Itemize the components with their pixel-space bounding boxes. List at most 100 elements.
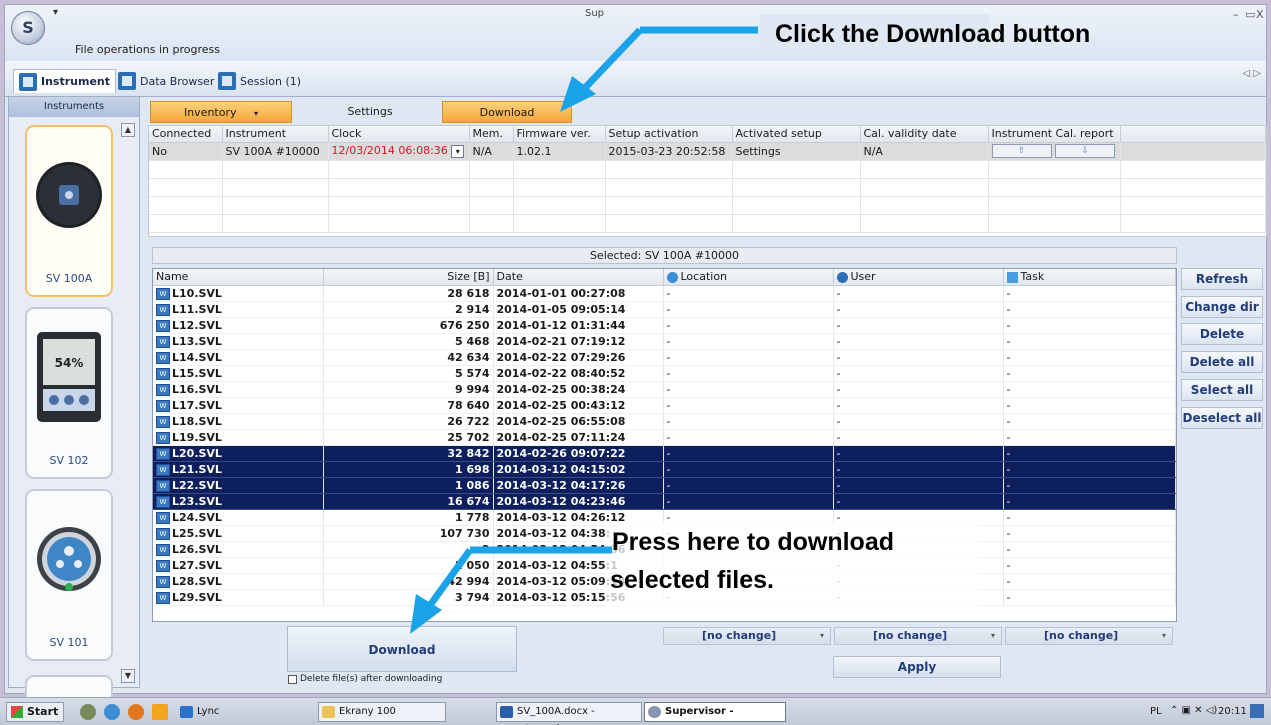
delete-button[interactable]: Delete — [1181, 323, 1263, 345]
column-header[interactable]: Clock — [328, 126, 470, 143]
file-size-cell: 42 994 — [323, 573, 494, 590]
file-name: L23.SVL — [172, 494, 222, 508]
deselect-all-button[interactable]: Deselect all — [1181, 407, 1263, 429]
cal-report-download-button[interactable]: ⇩ — [1055, 144, 1115, 158]
file-task-cell: - — [1003, 493, 1176, 510]
column-header-date[interactable]: Date — [493, 269, 664, 286]
file-name-cell: W L13.SVL — [153, 333, 324, 350]
file-row[interactable]: W L23.SVL 16 674 2014-03-12 04:23:46- - - — [153, 493, 1176, 510]
column-header-size[interactable]: Size [B] — [323, 269, 494, 286]
file-name-cell: W L19.SVL — [153, 429, 324, 446]
tab-download[interactable]: Download — [442, 101, 572, 123]
file-date-cell: 2014-02-21 07:19:12 — [493, 333, 664, 350]
refresh-button[interactable]: Refresh — [1181, 268, 1263, 290]
start-label: Start — [27, 705, 59, 718]
dropdown-arrow-icon[interactable]: ▾ — [254, 109, 258, 118]
file-row[interactable]: W L11.SVL 2 914 2014-01-05 09:05:14- - - — [153, 301, 1176, 318]
column-header[interactable]: Instrument Cal. report — [988, 126, 1121, 143]
instrument-label: SV 100A — [45, 272, 93, 285]
file-row[interactable]: W L15.SVL 5 574 2014-02-22 08:40:52- - - — [153, 365, 1176, 382]
file-row[interactable]: W L14.SVL 42 634 2014-02-22 07:29:26- - - — [153, 349, 1176, 366]
svl-file-icon: W — [156, 431, 170, 444]
show-desktop-button[interactable] — [1250, 704, 1264, 718]
ribbon-scroll-arrows[interactable]: ◁ ▷ — [1242, 68, 1261, 79]
delete-all-button[interactable]: Delete all — [1181, 351, 1263, 373]
taskbar-item-lync[interactable]: Lync — [176, 702, 316, 722]
delete-after-download-option[interactable]: Delete file(s) after downloading — [288, 674, 442, 684]
column-header[interactable]: Cal. validity date — [860, 126, 989, 143]
file-row[interactable]: W L19.SVL 25 702 2014-02-25 07:11:24- - - — [153, 429, 1176, 446]
user-combo[interactable]: [no change] ▾ — [834, 627, 1002, 645]
language-indicator[interactable]: PL — [1150, 706, 1162, 717]
column-header-task[interactable]: Task — [1003, 269, 1176, 286]
instrument-card-sv102[interactable]: 54% SV 102 — [25, 307, 113, 479]
app-orb-icon[interactable]: S — [11, 11, 45, 45]
minimize-button[interactable]: – — [1233, 8, 1239, 21]
outlook-icon[interactable] — [152, 704, 168, 720]
taskbar-item-folder[interactable]: Ekrany 100 — [318, 702, 446, 722]
file-row[interactable]: W L17.SVL 78 640 2014-02-25 00:43:12- - - — [153, 397, 1176, 414]
start-button[interactable]: Start — [6, 702, 64, 722]
instrument-card-sv100a[interactable]: SV 100A — [25, 125, 113, 297]
download-button[interactable]: Download — [287, 626, 517, 672]
instrument-row[interactable]: No SV 100A #10000 12/03/2014 06:08:36 ▾ … — [149, 142, 1266, 161]
firefox-icon[interactable] — [128, 704, 144, 720]
file-row[interactable]: W L10.SVL 28 618 2014-01-01 00:27:08- - - — [153, 285, 1176, 302]
file-task-cell: - — [1003, 525, 1176, 542]
change-dir-button[interactable]: Change dir — [1181, 296, 1263, 318]
select-all-button[interactable]: Select all — [1181, 379, 1263, 401]
file-date-cell: 2014-02-22 07:29:26 — [493, 349, 664, 366]
sidebar-scroll-up-button[interactable]: ▲ — [121, 123, 135, 137]
file-location-cell: - — [663, 349, 834, 366]
tab-inventory[interactable]: Inventory ▾ — [150, 101, 292, 123]
tab-settings[interactable]: Settings — [300, 101, 440, 123]
file-row[interactable]: W L21.SVL 1 698 2014-03-12 04:15:02- - - — [153, 461, 1176, 478]
sidebar-scroll-down-button[interactable]: ▼ — [121, 669, 135, 683]
file-row[interactable]: W L18.SVL 26 722 2014-02-25 06:55:08- - - — [153, 413, 1176, 430]
apply-button[interactable]: Apply — [833, 656, 1001, 678]
column-header-location[interactable]: Location — [663, 269, 834, 286]
tab-session[interactable]: Session (1) — [213, 69, 306, 93]
file-row[interactable]: W L20.SVL 32 842 2014-02-26 09:07:22- - - — [153, 445, 1176, 462]
instrument-label: SV 102 — [49, 454, 89, 467]
column-header-label: User — [850, 270, 876, 284]
close-button[interactable]: X — [1256, 8, 1264, 21]
file-row[interactable]: W L13.SVL 5 468 2014-02-21 07:19:12- - - — [153, 333, 1176, 350]
quick-access-arrow-icon[interactable]: ▾ — [53, 7, 58, 18]
delete-after-download-checkbox[interactable] — [288, 674, 297, 684]
column-header[interactable]: Setup activation — [605, 126, 733, 143]
taskbar-item-supervisor[interactable]: Supervisor - Instrum... — [644, 702, 786, 725]
task-combo[interactable]: [no change] ▾ — [1005, 627, 1173, 645]
file-size-cell: 107 730 — [323, 525, 494, 542]
column-header[interactable]: Firmware ver. — [513, 126, 606, 143]
file-row[interactable]: W L22.SVL 1 086 2014-03-12 04:17:26- - - — [153, 477, 1176, 494]
restore-button[interactable]: ▭ — [1245, 8, 1255, 21]
file-date-cell: 2014-01-12 01:31:44 — [493, 317, 664, 334]
location-combo[interactable]: [no change] ▾ — [663, 627, 831, 645]
ie-icon[interactable] — [104, 704, 120, 720]
tab-data-browser[interactable]: Data Browser — [113, 69, 219, 93]
tray-clock[interactable]: 20:11 — [1218, 706, 1247, 717]
column-header-user[interactable]: User — [833, 269, 1004, 286]
file-name: L26.SVL — [172, 542, 222, 556]
column-header-name[interactable]: Name — [153, 269, 324, 286]
column-header[interactable]: Instrument — [222, 126, 329, 143]
quicklaunch-app-icon[interactable] — [80, 704, 96, 720]
file-row[interactable]: W L16.SVL 9 994 2014-02-25 00:38:24- - - — [153, 381, 1176, 398]
file-task-cell: - — [1003, 333, 1176, 350]
tray-icons[interactable]: ⌃ ▣ ✕ ◁) — [1170, 705, 1217, 716]
column-header[interactable]: Connected — [149, 126, 223, 143]
annotation-click-download: Click the Download button — [775, 20, 1091, 48]
instrument-card-sv101[interactable]: SV 101 — [25, 489, 113, 661]
clock-dropdown-icon[interactable]: ▾ — [451, 144, 465, 158]
file-location-cell: - — [663, 317, 834, 334]
cal-report-upload-button[interactable]: ⇧ — [991, 144, 1052, 158]
file-size-cell: 78 640 — [323, 397, 494, 414]
taskbar-item-word[interactable]: SV_100A.docx - Microsof... — [496, 702, 642, 725]
file-row[interactable]: W L12.SVL 676 250 2014-01-12 01:31:44- - - — [153, 317, 1176, 334]
tab-instrument[interactable]: Instrument — [13, 69, 116, 93]
column-header[interactable]: Activated setup — [732, 126, 861, 143]
combo-value: [no change] — [1044, 629, 1119, 642]
ribbon-tabs: Instrument Data Browser Session (1) — [5, 61, 1266, 97]
column-header[interactable]: Mem. — [469, 126, 514, 143]
